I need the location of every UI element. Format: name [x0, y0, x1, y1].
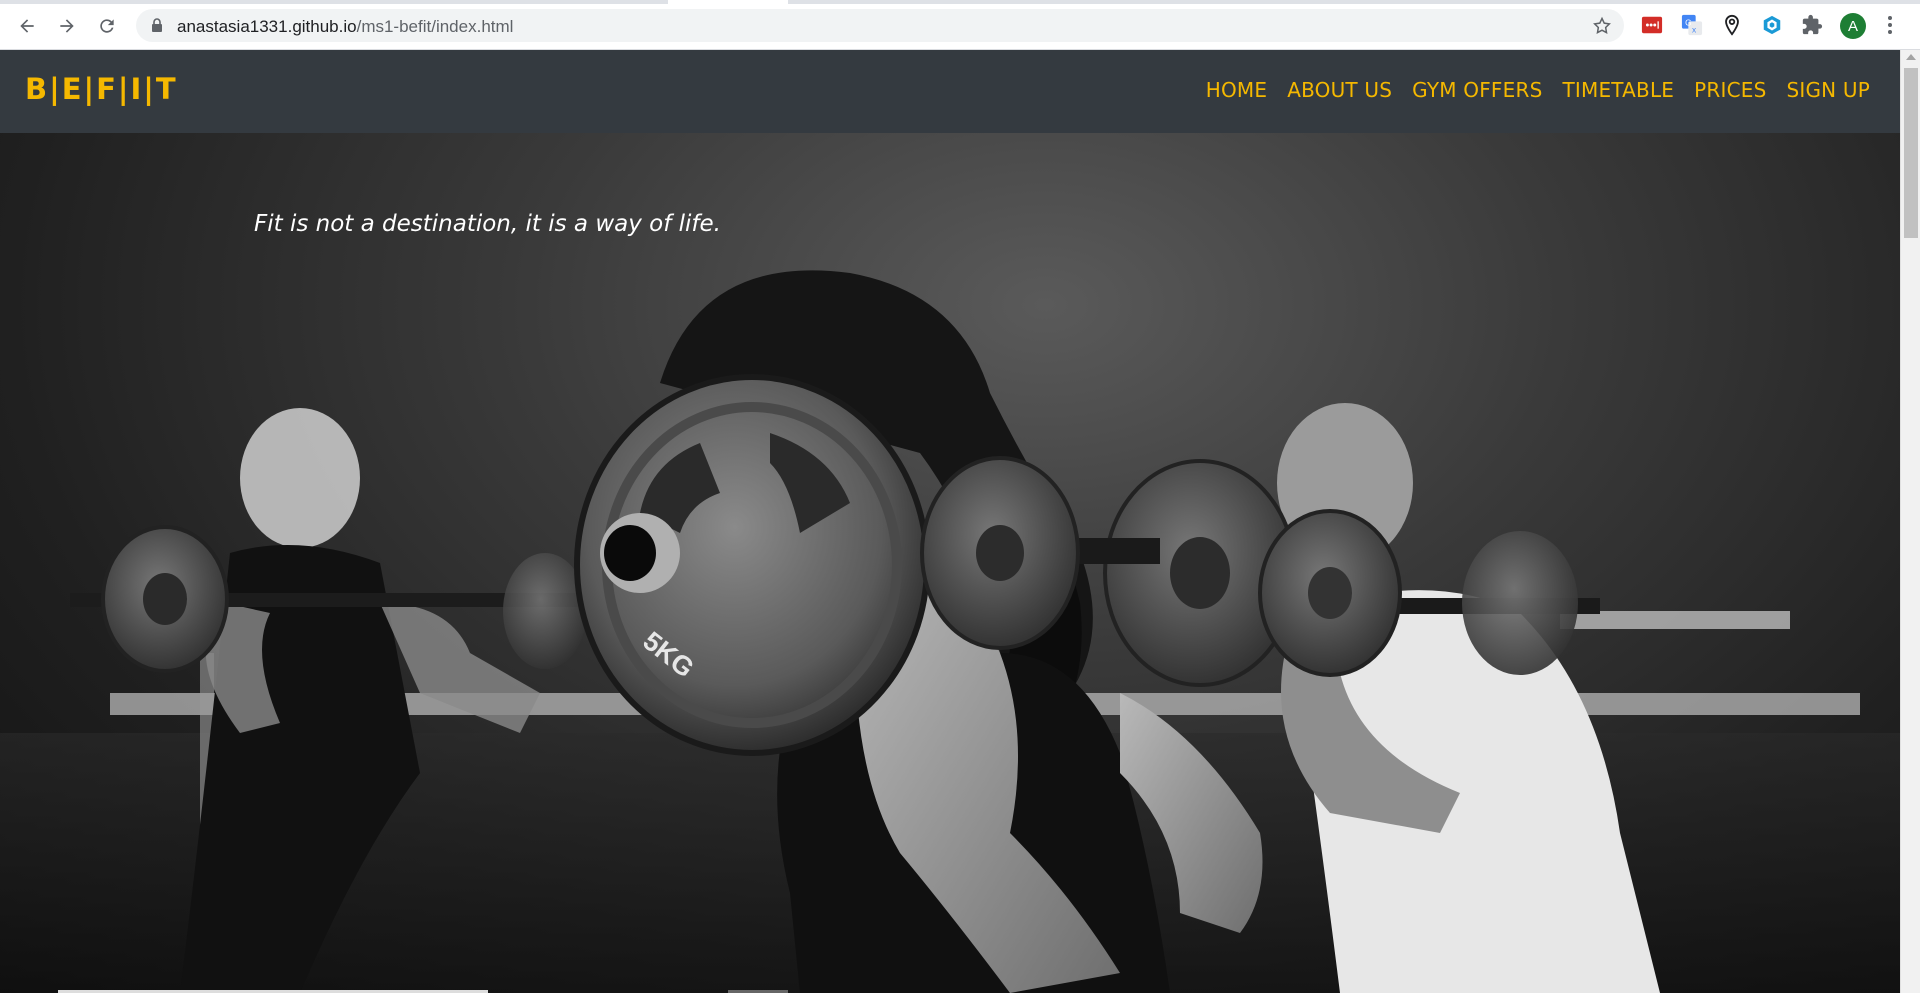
arrow-right-icon: [60, 19, 74, 33]
google-translate-icon[interactable]: Gx: [1680, 13, 1704, 37]
puzzle-extensions-icon[interactable]: [1800, 13, 1824, 37]
main-nav: HOME ABOUT US GYM OFFERS TIMETABLE PRICE…: [1206, 78, 1870, 102]
reload-icon: [100, 19, 114, 33]
hero-tagline: Fit is not a destination, it is a way of…: [254, 211, 721, 237]
scroll-up-arrow-icon[interactable]: [1906, 54, 1916, 60]
active-tab[interactable]: [668, 0, 788, 4]
back-button[interactable]: [12, 11, 42, 41]
hero-section: 5KG Fit is not a destination, it is a wa…: [0, 133, 1900, 993]
nav-gym-offers[interactable]: GYM OFFERS: [1412, 78, 1542, 102]
arrow-left-icon: [20, 19, 34, 33]
reload-button[interactable]: [92, 11, 122, 41]
forward-button[interactable]: [52, 11, 82, 41]
address-bar[interactable]: anastasia1331.github.io/ms1-befit/index.…: [136, 9, 1624, 42]
more-menu-icon[interactable]: [1880, 14, 1900, 36]
lock-icon: [152, 18, 162, 32]
nav-about-us[interactable]: ABOUT US: [1287, 78, 1392, 102]
nav-prices[interactable]: PRICES: [1694, 78, 1766, 102]
brand-logo[interactable]: B|E|F|I|T: [25, 72, 178, 106]
nav-timetable[interactable]: TIMETABLE: [1562, 78, 1674, 102]
bookmark-star-icon[interactable]: [1592, 16, 1612, 36]
hexagon-extension-icon[interactable]: [1760, 13, 1784, 37]
url-path: /ms1-befit/index.html: [356, 17, 514, 36]
profile-avatar[interactable]: A: [1840, 13, 1866, 39]
nav-sign-up[interactable]: SIGN UP: [1786, 78, 1870, 102]
hero-gym-photo: 5KG: [0, 270, 1900, 993]
tab-strip: [0, 0, 1920, 4]
web-page: B|E|F|I|T HOME ABOUT US GYM OFFERS TIMET…: [0, 50, 1900, 993]
url-text[interactable]: anastasia1331.github.io/ms1-befit/index.…: [177, 17, 513, 37]
scrollbar-thumb[interactable]: [1904, 68, 1918, 238]
svg-text:G: G: [1685, 18, 1691, 27]
vertical-scrollbar[interactable]: [1900, 50, 1920, 993]
nav-home[interactable]: HOME: [1206, 78, 1267, 102]
lastpass-icon[interactable]: [1640, 13, 1664, 37]
browser-toolbar: anastasia1331.github.io/ms1-befit/index.…: [0, 0, 1920, 50]
site-header: B|E|F|I|T HOME ABOUT US GYM OFFERS TIMET…: [0, 50, 1900, 133]
location-pin-icon[interactable]: [1720, 13, 1744, 37]
url-host: anastasia1331.github.io: [177, 17, 357, 36]
